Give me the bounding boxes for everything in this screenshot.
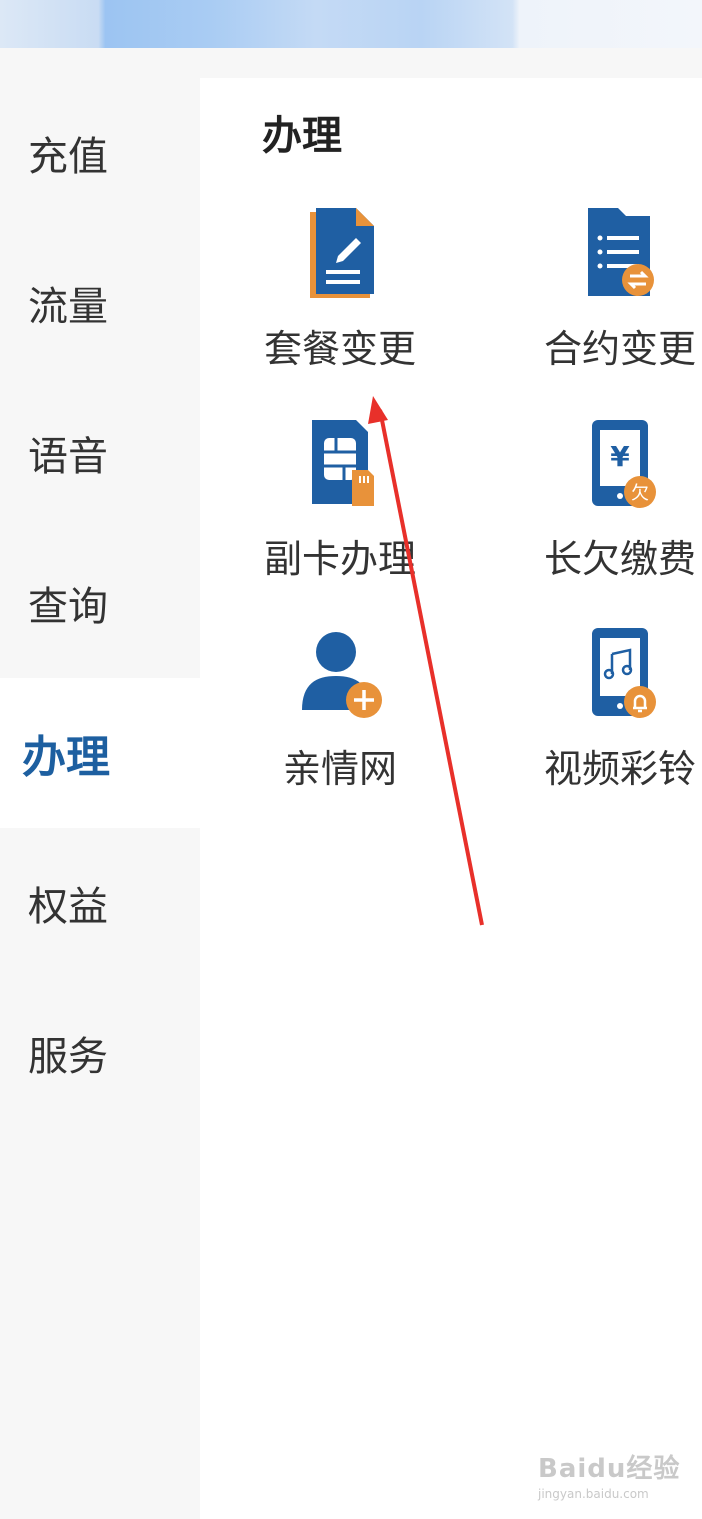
tile-secondary-card[interactable]: 副卡办理 <box>220 416 460 606</box>
sidebar-item-label: 查询 <box>28 584 108 630</box>
sidebar: 充值 流量 语音 查询 办理 权益 服务 <box>0 78 200 1519</box>
sidebar-item-label: 语音 <box>28 434 108 480</box>
sidebar-item-label: 充值 <box>28 134 108 180</box>
watermark-sub: jingyan.baidu.com <box>538 1487 649 1501</box>
contract-change-icon <box>588 208 654 296</box>
sidebar-item-label: 流量 <box>28 284 108 330</box>
tile-family-network[interactable]: 亲情网 <box>220 626 460 816</box>
tile-contract-change[interactable]: 合约变更 <box>500 206 702 396</box>
sidebar-item-benefits[interactable]: 权益 <box>0 828 200 978</box>
tile-video-ringtone[interactable]: 视频彩铃 <box>500 626 702 816</box>
plan-change-icon <box>310 208 374 298</box>
sidebar-item-label: 办理 <box>22 732 110 783</box>
tile-label: 副卡办理 <box>263 537 416 581</box>
tile-label: 套餐变更 <box>263 327 416 371</box>
top-banner <box>0 0 702 48</box>
tile-label: 视频彩铃 <box>543 747 696 791</box>
tile-label: 亲情网 <box>282 747 397 791</box>
sidebar-item-label: 权益 <box>28 884 108 930</box>
tile-plan-change[interactable]: 套餐变更 <box>220 206 460 396</box>
yen-glyph: ¥ <box>610 440 630 473</box>
baidu-watermark: Baidu经验 jingyan.baidu.com <box>538 1448 688 1504</box>
watermark-main: Baidu经验 <box>538 1454 681 1484</box>
tile-label: 合约变更 <box>543 327 696 371</box>
tile-label: 长欠缴费 <box>543 537 696 581</box>
section-title: 办理 <box>262 113 342 159</box>
arrears-payment-icon: ¥ 欠 <box>592 420 656 508</box>
owe-glyph: 欠 <box>631 483 649 504</box>
family-network-icon <box>302 632 382 718</box>
video-ringtone-icon <box>592 628 656 718</box>
sidebar-item-recharge[interactable]: 充值 <box>0 78 200 228</box>
sidebar-item-handle[interactable]: 办理 <box>0 678 200 828</box>
tile-arrears-payment[interactable]: ¥ 欠 长欠缴费 <box>500 416 702 606</box>
sidebar-item-service[interactable]: 服务 <box>0 978 200 1128</box>
sidebar-item-voice[interactable]: 语音 <box>0 378 200 528</box>
sidebar-item-query[interactable]: 查询 <box>0 528 200 678</box>
sim-card-icon <box>312 420 374 506</box>
sidebar-item-label: 服务 <box>28 1034 108 1080</box>
main-content: 办理 套餐变更 合约变更 副卡办理 ¥ 欠 长欠缴费 亲情网 视频彩铃 <box>200 78 702 1519</box>
sidebar-item-data[interactable]: 流量 <box>0 228 200 378</box>
